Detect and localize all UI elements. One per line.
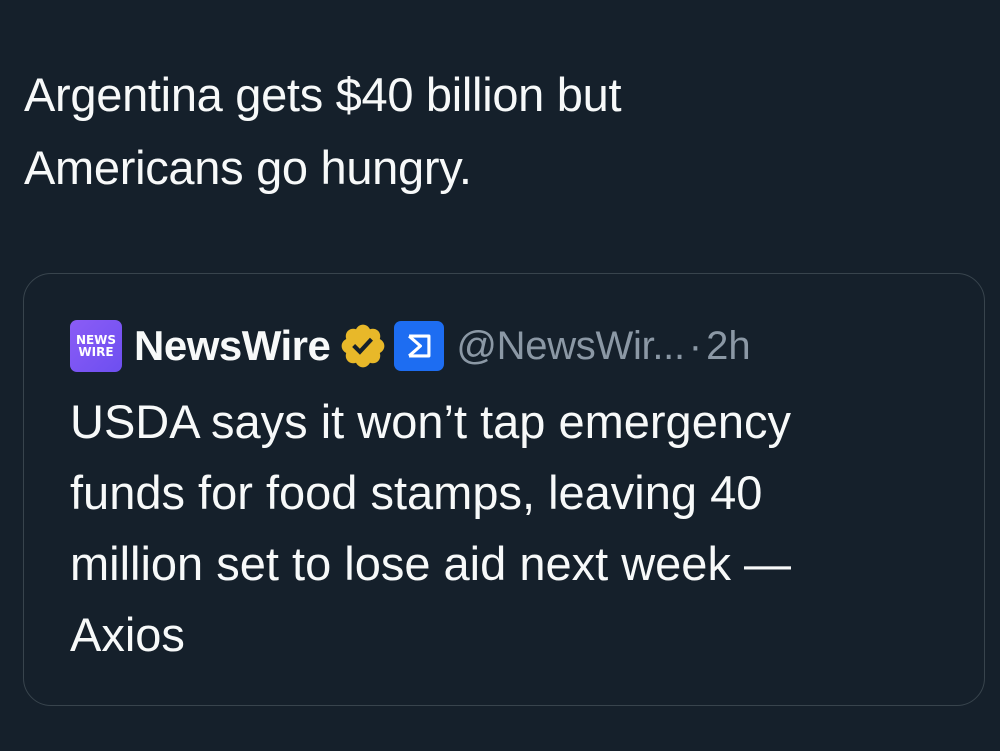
separator-dot: · — [688, 323, 703, 368]
post-text-line: Argentina gets $40 billion but — [24, 68, 622, 121]
quoted-post-header: NEWS WIRE NewsWire @NewsWir... · 2h — [70, 316, 751, 376]
quoted-post-text: USDA says it won’t tap emergency funds f… — [70, 386, 950, 670]
quoted-post-text-line: million set to lose aid next week — — [70, 537, 791, 590]
affiliate-badge-icon[interactable] — [394, 321, 445, 371]
avatar-text-line: WIRE — [78, 345, 114, 359]
quoted-post-text-line: funds for food stamps, leaving 40 — [70, 466, 763, 519]
quoted-post-card[interactable]: NEWS WIRE NewsWire @NewsWir... · 2h USDA… — [23, 273, 985, 706]
timestamp[interactable]: 2h — [706, 324, 751, 369]
verified-badge-icon[interactable] — [338, 321, 388, 371]
avatar[interactable]: NEWS WIRE — [70, 320, 122, 372]
handle[interactable]: @NewsWir... — [456, 324, 685, 369]
display-name[interactable]: NewsWire — [134, 322, 331, 370]
quoted-post-text-line: Axios — [70, 608, 185, 661]
quoted-post-text-line: USDA says it won’t tap emergency — [70, 395, 791, 448]
post-text: Argentina gets $40 billion but Americans… — [24, 58, 924, 204]
post-text-line: Americans go hungry. — [24, 141, 472, 194]
